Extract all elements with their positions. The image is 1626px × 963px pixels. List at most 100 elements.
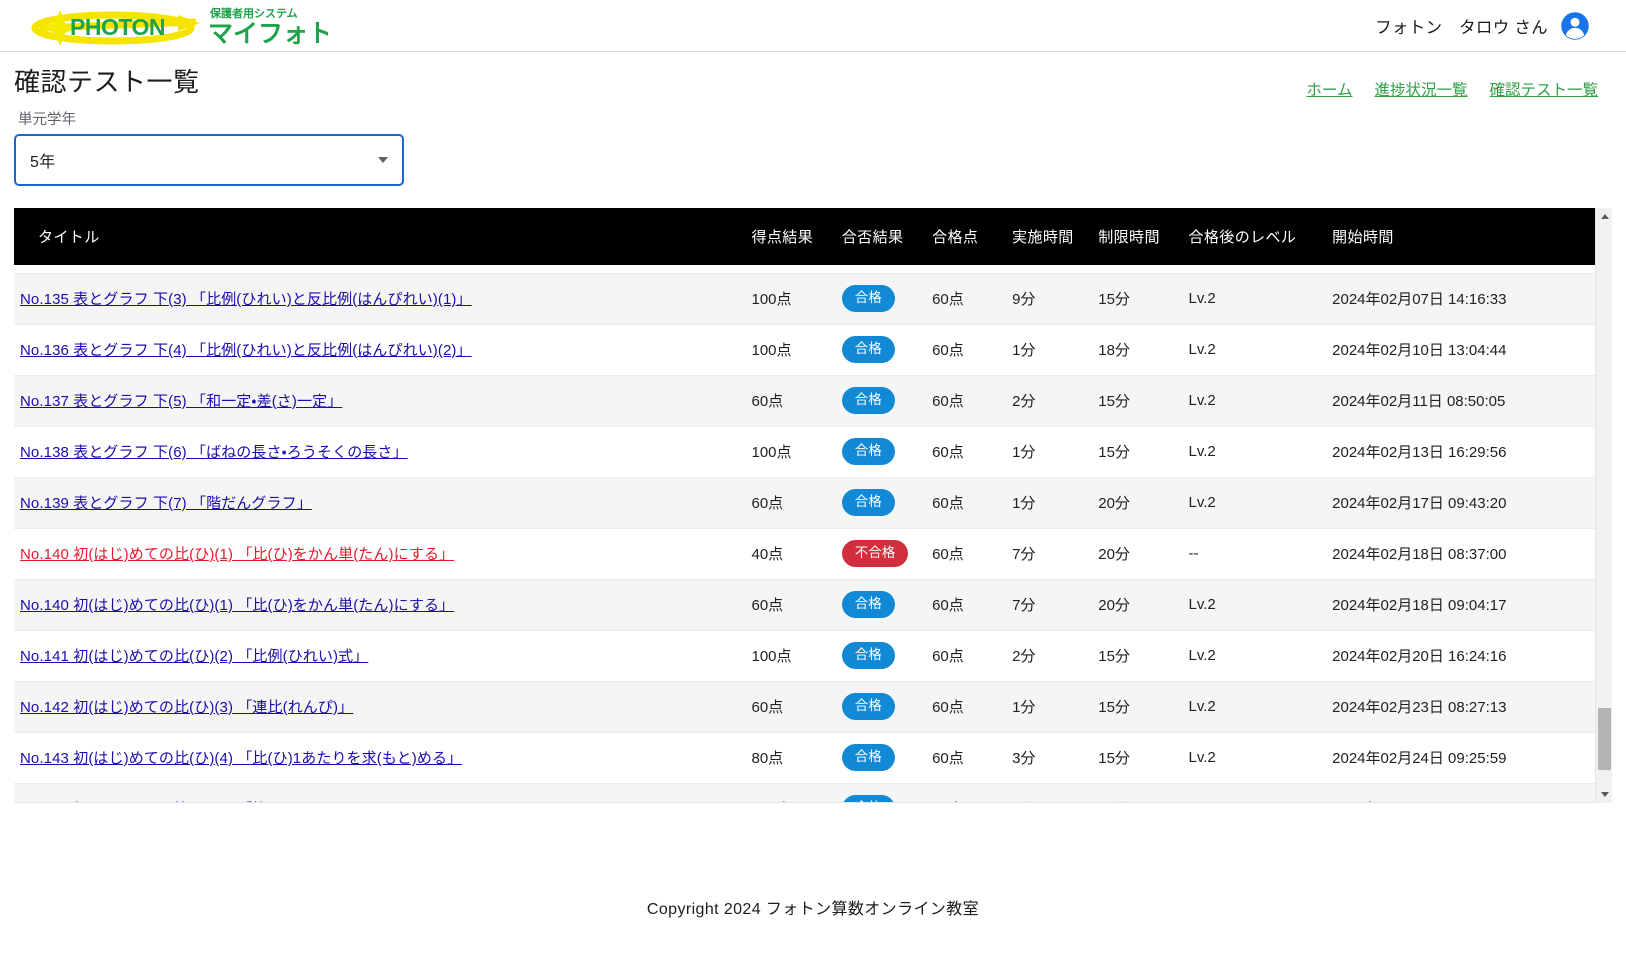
cell-result: 不合格: [836, 528, 926, 579]
cell-duration: 7分: [1006, 528, 1092, 579]
table-row[interactable]: No.140 初(はじ)めての比(ひ)(1) 「比(ひ)をかん単(たん)にする」…: [14, 579, 1595, 630]
cell-score: 60点: [746, 579, 836, 630]
grade-select[interactable]: 5年: [14, 134, 404, 186]
cell-level: Lv.2: [1183, 426, 1327, 477]
test-title-link[interactable]: No.140 初(はじ)めての比(ひ)(1) 「比(ひ)をかん単(たん)にする」: [20, 597, 454, 614]
table-row[interactable]: No.142 初(はじ)めての比(ひ)(3) 「連比(れんぴ)」60点合格60点…: [14, 681, 1595, 732]
test-title-link[interactable]: No.142 初(はじ)めての比(ひ)(3) 「連比(れんぴ)」: [20, 699, 353, 716]
col-header-duration[interactable]: 実施時間: [1006, 208, 1092, 265]
table-vertical-scrollbar[interactable]: [1595, 208, 1612, 803]
col-header-pass-mark[interactable]: 合格点: [926, 208, 1006, 265]
account-circle-icon[interactable]: [1560, 11, 1590, 41]
nav-link-tests[interactable]: 確認テスト一覧: [1489, 78, 1598, 100]
cell-title: No.137 表とグラフ 下(5) 「和一定・差(さ)一定」: [14, 375, 746, 426]
test-title-link[interactable]: No.141 初(はじ)めての比(ひ)(2) 「比例(ひれい)式」: [20, 648, 368, 665]
table-row[interactable]: No.137 表とグラフ 下(5) 「和一定・差(さ)一定」60点合格60点2分…: [14, 375, 1595, 426]
cell-result: 合格: [836, 477, 926, 528]
nav-links: ホーム 進捗状況一覧 確認テスト一覧: [1306, 66, 1604, 100]
scroll-down-button[interactable]: [1596, 786, 1613, 803]
test-title-link[interactable]: No.144 初(はじ)めての比(ひ)(5) 「比(ひ)のあたい」: [20, 801, 368, 803]
page-header: 確認テスト一覧 ホーム 進捗状況一覧 確認テスト一覧: [0, 52, 1626, 100]
col-header-limit[interactable]: 制限時間: [1092, 208, 1182, 265]
scroll-up-button[interactable]: [1596, 208, 1613, 225]
top-bar: PHOTON 保護者用システム マイフォトン フォトン タロウ さん: [0, 0, 1626, 52]
cell-start-time: 2024年02月17日 09:43:20: [1326, 477, 1595, 528]
cell-score: 100点: [746, 630, 836, 681]
cell-score: 100点: [746, 426, 836, 477]
cell-level: Lv.2: [1183, 783, 1327, 803]
cell-title: No.143 初(はじ)めての比(ひ)(4) 「比(ひ)1あたりを求(もと)める…: [14, 732, 746, 783]
tests-table-scroll[interactable]: タイトル 得点結果 合否結果 合格点 実施時間 制限時間 合格後のレベル 開始時…: [14, 208, 1612, 803]
col-header-level[interactable]: 合格後のレベル: [1183, 208, 1327, 265]
table-row[interactable]: No.139 表とグラフ 下(7) 「階だんグラフ」60点合格60点1分20分L…: [14, 477, 1595, 528]
cell-duration: 3分: [1006, 732, 1092, 783]
cell-result: 合格: [836, 426, 926, 477]
cell-title: No.141 初(はじ)めての比(ひ)(2) 「比例(ひれい)式」: [14, 630, 746, 681]
cell-level: Lv.2: [1183, 273, 1327, 324]
user-area[interactable]: フォトン タロウ さん: [1375, 11, 1608, 41]
nav-link-progress[interactable]: 進捗状況一覧: [1374, 78, 1467, 100]
table-row[interactable]: No.144 初(はじ)めての比(ひ)(5) 「比(ひ)のあたい」100点合格5…: [14, 783, 1595, 803]
cell-start-time: 2024年02月10日 13:04:44: [1326, 324, 1595, 375]
cell-pass-mark: 60点: [926, 528, 1006, 579]
table-row[interactable]: No.140 初(はじ)めての比(ひ)(1) 「比(ひ)をかん単(たん)にする」…: [14, 528, 1595, 579]
cell-level: Lv.2: [1183, 375, 1327, 426]
brand-logo[interactable]: PHOTON 保護者用システム マイフォトン: [28, 4, 328, 48]
cell-duration: 2分: [1006, 375, 1092, 426]
tests-table-container: タイトル 得点結果 合否結果 合格点 実施時間 制限時間 合格後のレベル 開始時…: [14, 208, 1612, 803]
cell-limit: 15分: [1092, 681, 1182, 732]
cell-score: 100点: [746, 324, 836, 375]
test-title-link[interactable]: No.143 初(はじ)めての比(ひ)(4) 「比(ひ)1あたりを求(もと)める…: [20, 750, 462, 767]
table-row[interactable]: No.143 初(はじ)めての比(ひ)(4) 「比(ひ)1あたりを求(もと)める…: [14, 732, 1595, 783]
cell-score: 40点: [746, 528, 836, 579]
scrollbar-thumb[interactable]: [1598, 708, 1611, 770]
cell-limit: 20分: [1092, 528, 1182, 579]
col-header-result[interactable]: 合否結果: [836, 208, 926, 265]
status-badge: 不合格: [842, 540, 909, 567]
test-title-link[interactable]: No.140 初(はじ)めての比(ひ)(1) 「比(ひ)をかん単(たん)にする」: [20, 546, 454, 563]
cell-result: 合格: [836, 324, 926, 375]
cell-duration: 2分: [1006, 630, 1092, 681]
cell-score: 60点: [746, 375, 836, 426]
status-badge: 合格: [842, 795, 895, 803]
test-title-link[interactable]: No.138 表とグラフ 下(6) 「ばねの長さ・ろうそくの長さ」: [20, 444, 408, 461]
status-badge: 合格: [842, 336, 895, 363]
cell-start-time: 2024年02月11日 08:50:05: [1326, 375, 1595, 426]
cell-pass-mark: 60点: [926, 324, 1006, 375]
col-header-title[interactable]: タイトル: [14, 208, 746, 265]
cell-pass-mark: 60点: [926, 681, 1006, 732]
table-row[interactable]: No.138 表とグラフ 下(6) 「ばねの長さ・ろうそくの長さ」100点合格6…: [14, 426, 1595, 477]
status-badge: 合格: [842, 642, 895, 669]
cell-limit: 15分: [1092, 732, 1182, 783]
col-header-start-time[interactable]: 開始時間: [1326, 208, 1595, 265]
cell-level: Lv.2: [1183, 732, 1327, 783]
svg-text:保護者用システム: 保護者用システム: [209, 6, 298, 20]
cell-title: No.138 表とグラフ 下(6) 「ばねの長さ・ろうそくの長さ」: [14, 426, 746, 477]
cell-duration: 1分: [1006, 426, 1092, 477]
test-title-link[interactable]: No.139 表とグラフ 下(7) 「階だんグラフ」: [20, 495, 312, 512]
tests-table: タイトル 得点結果 合否結果 合格点 実施時間 制限時間 合格後のレベル 開始時…: [14, 208, 1595, 803]
table-row[interactable]: No.135 表とグラフ 下(3) 「比例(ひれい)と反比例(はんぴれい)(1)…: [14, 273, 1595, 324]
table-row[interactable]: No.136 表とグラフ 下(4) 「比例(ひれい)と反比例(はんぴれい)(2)…: [14, 324, 1595, 375]
triangle-up-icon: [1601, 214, 1609, 219]
cell-title: No.140 初(はじ)めての比(ひ)(1) 「比(ひ)をかん単(たん)にする」: [14, 579, 746, 630]
cell-limit: 15分: [1092, 273, 1182, 324]
test-title-link[interactable]: No.135 表とグラフ 下(3) 「比例(ひれい)と反比例(はんぴれい)(1)…: [20, 291, 472, 308]
cell-limit: 20分: [1092, 579, 1182, 630]
cell-title: No.144 初(はじ)めての比(ひ)(5) 「比(ひ)のあたい」: [14, 783, 746, 803]
cell-limit: 15分: [1092, 426, 1182, 477]
test-title-link[interactable]: No.136 表とグラフ 下(4) 「比例(ひれい)と反比例(はんぴれい)(2)…: [20, 342, 472, 359]
cell-pass-mark: 50点: [926, 783, 1006, 803]
nav-link-home[interactable]: ホーム: [1306, 78, 1352, 100]
table-row[interactable]: No.141 初(はじ)めての比(ひ)(2) 「比例(ひれい)式」100点合格6…: [14, 630, 1595, 681]
cell-start-time: 2024年02月25日 08:26:23: [1326, 783, 1595, 803]
test-title-link[interactable]: No.137 表とグラフ 下(5) 「和一定・差(さ)一定」: [20, 393, 342, 410]
cell-result: 合格: [836, 783, 926, 803]
status-badge: 合格: [842, 438, 895, 465]
col-header-score[interactable]: 得点結果: [746, 208, 836, 265]
cell-pass-mark: 60点: [926, 375, 1006, 426]
cell-score: 80点: [746, 732, 836, 783]
cell-level: Lv.2: [1183, 324, 1327, 375]
cell-start-time: 2024年02月18日 08:37:00: [1326, 528, 1595, 579]
status-badge: 合格: [842, 387, 895, 414]
